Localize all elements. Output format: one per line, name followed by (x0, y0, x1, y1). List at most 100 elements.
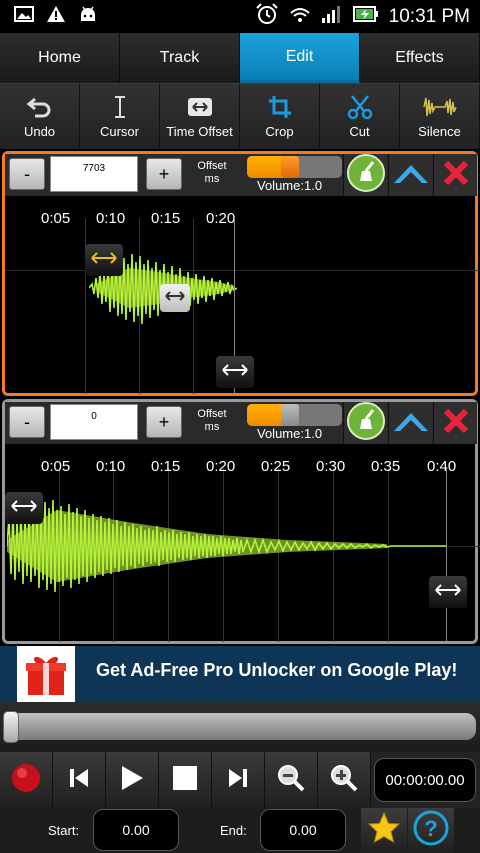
tab-effects[interactable]: Effects (360, 33, 480, 83)
volume-label: Volume:1.0 (257, 426, 323, 441)
silence-button[interactable]: Silence (400, 84, 480, 149)
track-2[interactable]: - 0 + Offset ms Volume:1.0 0:05 0:10 0:1… (2, 399, 480, 644)
track-2-collapse-button[interactable] (388, 402, 432, 444)
time-tick: 0:30 (316, 458, 346, 475)
time-tick: 0:25 (261, 458, 291, 475)
undo-button[interactable]: Undo (0, 84, 80, 149)
alarm-icon (255, 3, 279, 30)
cursor-button[interactable]: Cursor (80, 84, 160, 149)
time-offset-button[interactable]: Time Offset (160, 84, 240, 149)
arrows-horizontal-icon (90, 251, 118, 269)
seek-thumb[interactable] (3, 711, 19, 743)
tab-track[interactable]: Track (120, 33, 240, 83)
arrows-horizontal-icon (164, 289, 186, 307)
track-1-header: - 7703 + Offset ms Volume:1.0 (5, 153, 477, 198)
undo-icon (26, 94, 54, 120)
silence-label: Silence (418, 124, 461, 139)
arrows-horizontal-icon (434, 583, 462, 601)
offset-label-line1: Offset (197, 408, 227, 420)
cut-label: Cut (349, 124, 370, 139)
zoom-out-button[interactable] (265, 752, 318, 808)
offset-input[interactable]: 0 (50, 404, 138, 440)
time-tick: 0:05 (41, 210, 71, 227)
track-1-collapse-button[interactable] (388, 154, 432, 196)
skip-back-icon (67, 766, 91, 795)
star-icon (367, 811, 401, 850)
cursor-icon (112, 94, 128, 120)
gallery-icon (14, 6, 34, 27)
track-1-delete-button[interactable] (433, 154, 477, 196)
start-field[interactable]: 0.00 (93, 809, 179, 851)
zoom-in-button[interactable] (318, 752, 371, 808)
battery-charging-icon (352, 4, 379, 29)
offset-decrease-button[interactable]: - (9, 406, 45, 438)
offset-input[interactable]: 7703 (50, 156, 138, 192)
selection-bar: Start: 0.00 End: 0.00 ? (0, 808, 480, 853)
stop-icon (172, 765, 198, 796)
track-2-delete-button[interactable] (433, 402, 477, 444)
volume-slider[interactable] (247, 156, 342, 178)
trim-end-handle[interactable] (429, 576, 467, 608)
offset-label: Offset ms (189, 408, 235, 434)
record-icon (10, 762, 42, 799)
time-offset-label: Time Offset (166, 124, 233, 139)
skip-forward-icon (226, 766, 250, 795)
time-tick: 0:10 (96, 458, 126, 475)
time-tick: 0:35 (371, 458, 401, 475)
trim-start-handle[interactable] (5, 492, 43, 524)
time-tick: 0:20 (206, 210, 236, 227)
wifi-icon (289, 5, 311, 28)
play-button[interactable] (106, 752, 159, 808)
volume-thumb[interactable] (281, 404, 299, 426)
broom-icon (346, 153, 386, 198)
edit-toolbar: Undo Cursor Time Offset Crop Cut Silence (0, 83, 480, 149)
track-2-clean-button[interactable] (343, 401, 387, 446)
tab-edit[interactable]: Edit (240, 33, 360, 83)
close-icon (442, 407, 470, 440)
chevron-up-icon (392, 159, 430, 192)
crop-button[interactable]: Crop (240, 84, 320, 149)
track-2-waveform-area[interactable]: 0:05 0:10 0:15 0:20 0:25 0:30 0:35 0:40 (5, 444, 480, 642)
time-tick: 0:15 (151, 458, 181, 475)
volume-control: Volume:1.0 (247, 402, 342, 444)
skip-forward-button[interactable] (212, 752, 265, 808)
stop-button[interactable] (159, 752, 212, 808)
android-icon (78, 5, 98, 28)
status-time: 10:31 PM (388, 5, 470, 27)
time-tick: 0:10 (96, 210, 126, 227)
help-button[interactable]: ? (408, 808, 454, 853)
crop-label: Crop (265, 124, 294, 139)
trim-end-handle[interactable] (216, 356, 254, 388)
volume-label: Volume:1.0 (257, 178, 323, 193)
offset-increase-button[interactable]: + (146, 158, 182, 190)
broom-icon (346, 401, 386, 446)
move-track-handle[interactable] (160, 284, 190, 312)
volume-thumb[interactable] (281, 156, 299, 178)
ad-banner[interactable]: Get Ad-Free Pro Unlocker on Google Play! (0, 646, 480, 702)
offset-decrease-button[interactable]: - (9, 158, 45, 190)
track-1[interactable]: - 7703 + Offset ms Volume:1.0 0:05 0:10 … (2, 151, 480, 396)
trim-start-handle[interactable] (85, 244, 123, 276)
time-tick: 0:40 (427, 458, 457, 475)
offset-label-line1: Offset (197, 160, 227, 172)
signal-icon (321, 4, 343, 29)
cursor-label: Cursor (99, 124, 139, 139)
skip-back-button[interactable] (53, 752, 106, 808)
offset-increase-button[interactable]: + (146, 406, 182, 438)
end-field[interactable]: 0.00 (260, 809, 346, 851)
offset-label-line2: ms (204, 173, 220, 185)
volume-slider[interactable] (247, 404, 342, 426)
playback-time: 00:00:00.00 (374, 758, 476, 802)
track-1-waveform-area[interactable]: 0:05 0:10 0:15 0:20 (5, 196, 480, 394)
track-1-clean-button[interactable] (343, 153, 387, 198)
time-offset-icon (186, 94, 214, 120)
cut-button[interactable]: Cut (320, 84, 400, 149)
time-tick: 0:20 (206, 458, 236, 475)
tab-home[interactable]: Home (0, 33, 120, 83)
zoom-in-icon (329, 763, 359, 798)
record-button[interactable] (0, 752, 53, 808)
seek-bar[interactable] (4, 713, 476, 740)
end-label: End: (220, 823, 247, 838)
silence-icon (422, 94, 458, 120)
favorite-button[interactable] (361, 808, 407, 853)
